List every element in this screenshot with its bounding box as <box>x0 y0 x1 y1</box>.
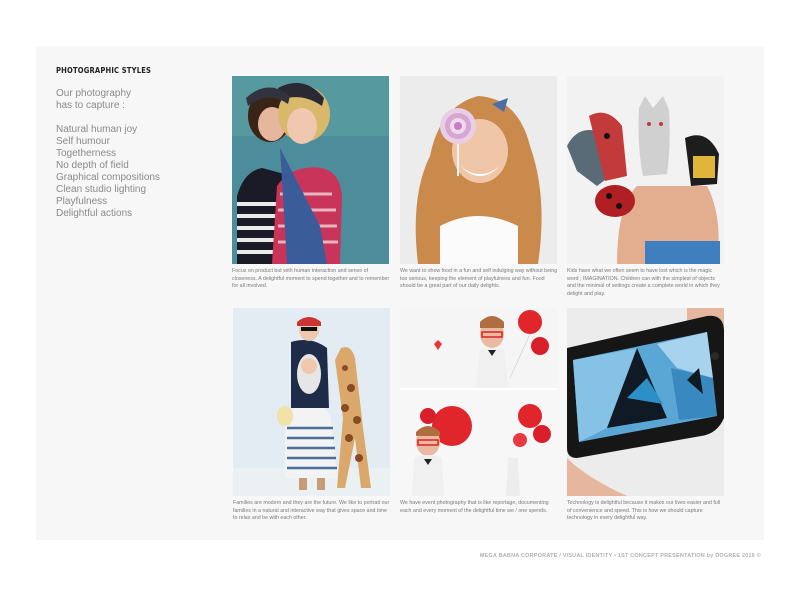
styles-list-item: Togetherness <box>56 148 117 159</box>
footer-credit: MEGA BABNA CORPORATE / VISUAL IDENTITY •… <box>479 553 761 559</box>
photo-caption: Focus on product but with human interact… <box>232 268 390 290</box>
styles-list-item: Clean studio lighting <box>56 184 147 195</box>
intro-line: has to capture : <box>56 100 125 111</box>
photo-caption: Families are modern and they are the fut… <box>233 500 390 522</box>
photo-phone-technology <box>567 308 724 496</box>
styles-list-item: Graphical compositions <box>56 172 160 183</box>
section-title: PHOTOGRAPHIC STYLES <box>56 66 152 75</box>
photo-family-giraffe <box>233 308 390 496</box>
photo-finger-puppets <box>567 76 724 264</box>
styles-list-item: Delightful actions <box>56 208 133 219</box>
styles-list-item: Playfulness <box>56 196 108 207</box>
photo-caption: Kids have what we often seem to have los… <box>567 268 720 297</box>
styles-list-item: Natural human joy <box>56 124 138 135</box>
styles-list-item: Self humour <box>56 136 110 147</box>
photo-girl-lollipop <box>400 76 557 264</box>
photo-women-hugging <box>232 76 389 264</box>
photo-boy-balloons <box>400 308 557 496</box>
photo-caption: Technology is delightful because it make… <box>567 500 721 522</box>
photo-caption: We want to show food in a fun and self i… <box>400 268 558 290</box>
intro-text: Our photography has to capture : <box>56 88 131 112</box>
photo-caption: We have event photography that is like r… <box>400 500 549 514</box>
intro-line: Our photography <box>56 88 132 99</box>
styles-list: Natural human joy Self humour Togetherne… <box>56 124 160 220</box>
styles-list-item: No depth of field <box>56 160 129 171</box>
